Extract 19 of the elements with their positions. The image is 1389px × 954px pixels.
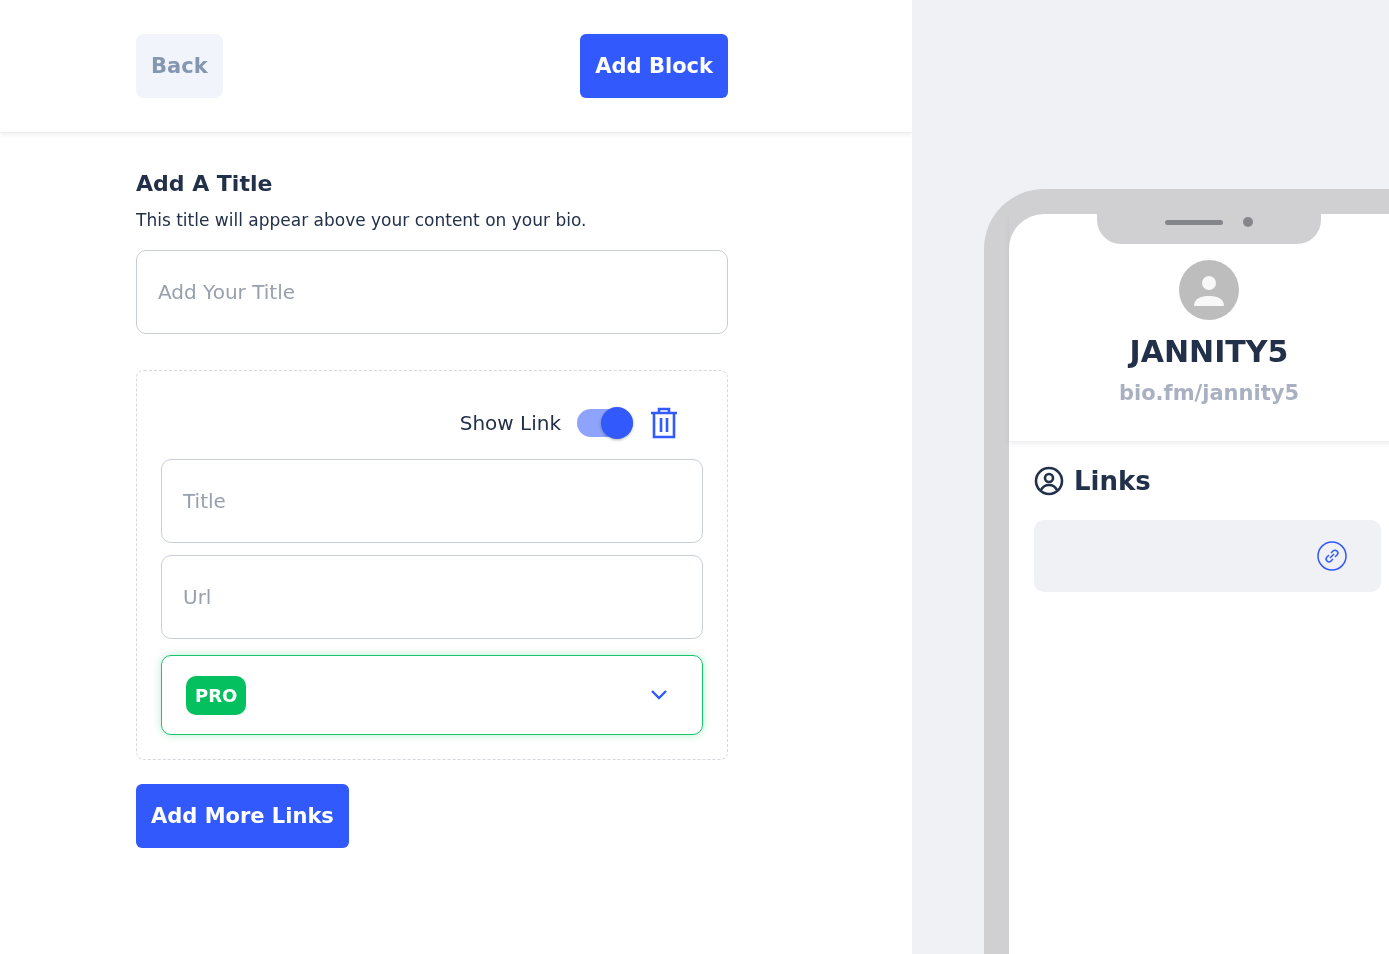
chevron-down-icon: [650, 689, 668, 701]
avatar-icon: [1179, 260, 1239, 320]
trash-icon[interactable]: [649, 407, 679, 439]
title-input-field[interactable]: Add Your Title: [136, 250, 728, 334]
back-button[interactable]: Back: [136, 34, 223, 98]
url-input-field[interactable]: Url: [161, 555, 703, 639]
section-heading: Add A Title: [136, 171, 274, 196]
links-heading: Links: [1074, 466, 1151, 496]
profile-url: bio.fm/jannity5: [1118, 381, 1300, 405]
show-link-toggle[interactable]: [577, 409, 633, 437]
show-link-label: Show Link: [459, 411, 561, 435]
username: JANNITY5: [1129, 334, 1289, 369]
pro-badge: PRO: [186, 675, 247, 715]
user-circle-icon: [1034, 466, 1064, 496]
link-icon: [1317, 541, 1347, 571]
link-title-input-field[interactable]: Title: [161, 459, 703, 543]
section-description: This title will appear above your content on your bio.: [136, 210, 588, 230]
add-more-links-button[interactable]: Add More Links: [136, 784, 349, 848]
add-block-button[interactable]: Add Block: [580, 34, 728, 98]
